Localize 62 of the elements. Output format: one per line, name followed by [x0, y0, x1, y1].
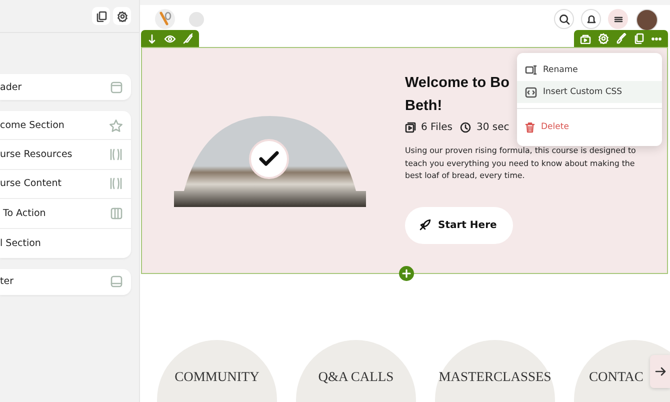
move-down-button[interactable]: [147, 34, 157, 44]
columns-icon: [109, 148, 123, 162]
add-section-button[interactable]: [399, 266, 414, 281]
brush-icon: [616, 33, 627, 44]
sidebar-item[interactable]: ader: [0, 74, 131, 100]
settings-button[interactable]: [113, 7, 131, 25]
copy-icon: [96, 10, 106, 22]
menu-button[interactable]: [608, 9, 628, 29]
columns-icon: [109, 177, 123, 190]
down-arrow-icon: [147, 34, 157, 44]
search-button[interactable]: [554, 9, 574, 29]
category-card[interactable]: MASTERCLASSES: [435, 340, 555, 402]
box-icon: [580, 34, 591, 44]
avatar[interactable]: [636, 9, 658, 31]
category-card[interactable]: Q&A CALLS: [296, 340, 416, 402]
copy-icon: [634, 33, 644, 44]
footer-block-icon: [110, 275, 123, 288]
menu-item[interactable]: Rename: [517, 59, 662, 81]
category-label: Q&A CALLS: [318, 369, 394, 386]
bell-icon: [586, 14, 596, 24]
sidebar-item[interactable]: ter: [0, 268, 131, 295]
category-card[interactable]: COMMUNITY: [157, 340, 277, 402]
grid-block-icon: [110, 206, 123, 220]
category-label: COMMUNITY: [174, 369, 260, 386]
next-button[interactable]: [650, 355, 670, 388]
checkmark-icon: [258, 150, 280, 168]
eye-icon: [164, 34, 176, 44]
clock-icon: [460, 122, 472, 133]
duplicate-button[interactable]: [634, 33, 644, 44]
meta-text: 30 sec: [476, 122, 510, 133]
sidebar-item[interactable]: urse Resources: [0, 140, 131, 170]
search-icon: [558, 14, 570, 24]
menu-item[interactable]: Insert Custom CSS: [517, 81, 662, 103]
settings-icon: [116, 10, 128, 22]
duplicate-button[interactable]: [92, 7, 110, 25]
site-logo[interactable]: [155, 9, 175, 29]
save-block-button[interactable]: [580, 34, 591, 44]
trash-icon: [525, 122, 535, 132]
header-block-icon: [110, 80, 123, 94]
category-label: MASTERCLASSES: [438, 369, 552, 386]
video-file-icon: [405, 122, 416, 133]
rename-icon: [525, 65, 537, 75]
settings-button[interactable]: [598, 33, 609, 44]
code-file-icon: [525, 86, 537, 98]
visibility-button[interactable]: [164, 34, 176, 44]
right-arrow-icon: [654, 367, 666, 376]
pencil-slash-icon: [183, 33, 193, 44]
star-icon: [109, 118, 123, 132]
sidebar-item[interactable]: come Section: [0, 111, 131, 140]
settings-icon: [598, 33, 609, 44]
rolling-pin-drawing: [158, 11, 172, 27]
sidebar-item[interactable]: l Section: [0, 228, 131, 258]
welcome-heading: Welcome to Bo Beth!: [405, 74, 510, 116]
rocket-icon: [419, 219, 431, 231]
sidebar-item[interactable]: urse Content: [0, 170, 131, 200]
notifications-button[interactable]: [581, 9, 601, 29]
style-button[interactable]: [616, 33, 627, 44]
category-label: CONTAC: [589, 369, 644, 386]
meta-text: 6 Files: [421, 122, 452, 133]
sidebar-item[interactable]: To Action: [0, 199, 131, 229]
plus-icon: [402, 269, 411, 278]
start-here-button[interactable]: Start Here: [405, 206, 513, 244]
